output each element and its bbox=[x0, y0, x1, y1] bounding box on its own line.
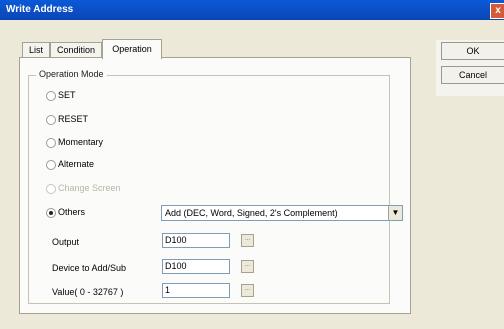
ok-button[interactable]: OK bbox=[441, 42, 504, 60]
radio-label: Momentary bbox=[58, 137, 104, 147]
select-value: Add (DEC, Word, Signed, 2's Complement) bbox=[165, 208, 338, 218]
radio-momentary[interactable]: Momentary bbox=[46, 136, 196, 148]
output-value: D100 bbox=[165, 235, 187, 245]
value-browse-button[interactable]: ... bbox=[241, 284, 254, 297]
tab-operation[interactable]: Operation bbox=[102, 39, 162, 59]
operation-mode-legend: Operation Mode bbox=[36, 69, 107, 79]
window-title: Write Address bbox=[6, 4, 74, 15]
output-field[interactable]: D100 bbox=[162, 233, 230, 248]
output-browse-button[interactable]: ... bbox=[241, 234, 254, 247]
value-label: Value( 0 - 32767 ) bbox=[52, 287, 124, 297]
close-button[interactable]: x bbox=[490, 3, 504, 19]
radio-label: RESET bbox=[58, 114, 89, 124]
device-label: Device to Add/Sub bbox=[52, 263, 127, 273]
value-field[interactable]: 1 bbox=[162, 283, 230, 298]
radio-label: SET bbox=[58, 90, 76, 100]
radio-indicator bbox=[46, 184, 56, 194]
radio-change-screen: Change Screen bbox=[46, 182, 196, 194]
radio-label: Change Screen bbox=[58, 183, 121, 193]
tab-condition[interactable]: Condition bbox=[50, 42, 102, 58]
radio-indicator bbox=[46, 208, 56, 218]
radio-indicator bbox=[46, 115, 56, 125]
output-label: Output bbox=[52, 237, 80, 247]
cancel-button[interactable]: Cancel bbox=[441, 66, 504, 84]
title-bar[interactable]: Write Address x bbox=[0, 0, 504, 20]
device-value: D100 bbox=[165, 261, 187, 271]
others-operation-select[interactable]: Add (DEC, Word, Signed, 2's Complement) … bbox=[161, 205, 403, 221]
radio-reset[interactable]: RESET bbox=[46, 113, 196, 125]
write-address-dialog: Write Address x OK Cancel List Condition… bbox=[0, 0, 504, 329]
radio-indicator bbox=[46, 138, 56, 148]
radio-alternate[interactable]: Alternate bbox=[46, 158, 196, 170]
tab-list[interactable]: List bbox=[22, 42, 50, 58]
device-field[interactable]: D100 bbox=[162, 259, 230, 274]
radio-label: Others bbox=[58, 207, 86, 217]
radio-label: Alternate bbox=[58, 159, 95, 169]
value-value: 1 bbox=[165, 285, 171, 295]
radio-indicator bbox=[46, 160, 56, 170]
device-browse-button[interactable]: ... bbox=[241, 260, 254, 273]
radio-indicator bbox=[46, 91, 56, 101]
radio-set[interactable]: SET bbox=[46, 89, 196, 101]
chevron-down-icon[interactable]: ▼ bbox=[388, 206, 402, 220]
